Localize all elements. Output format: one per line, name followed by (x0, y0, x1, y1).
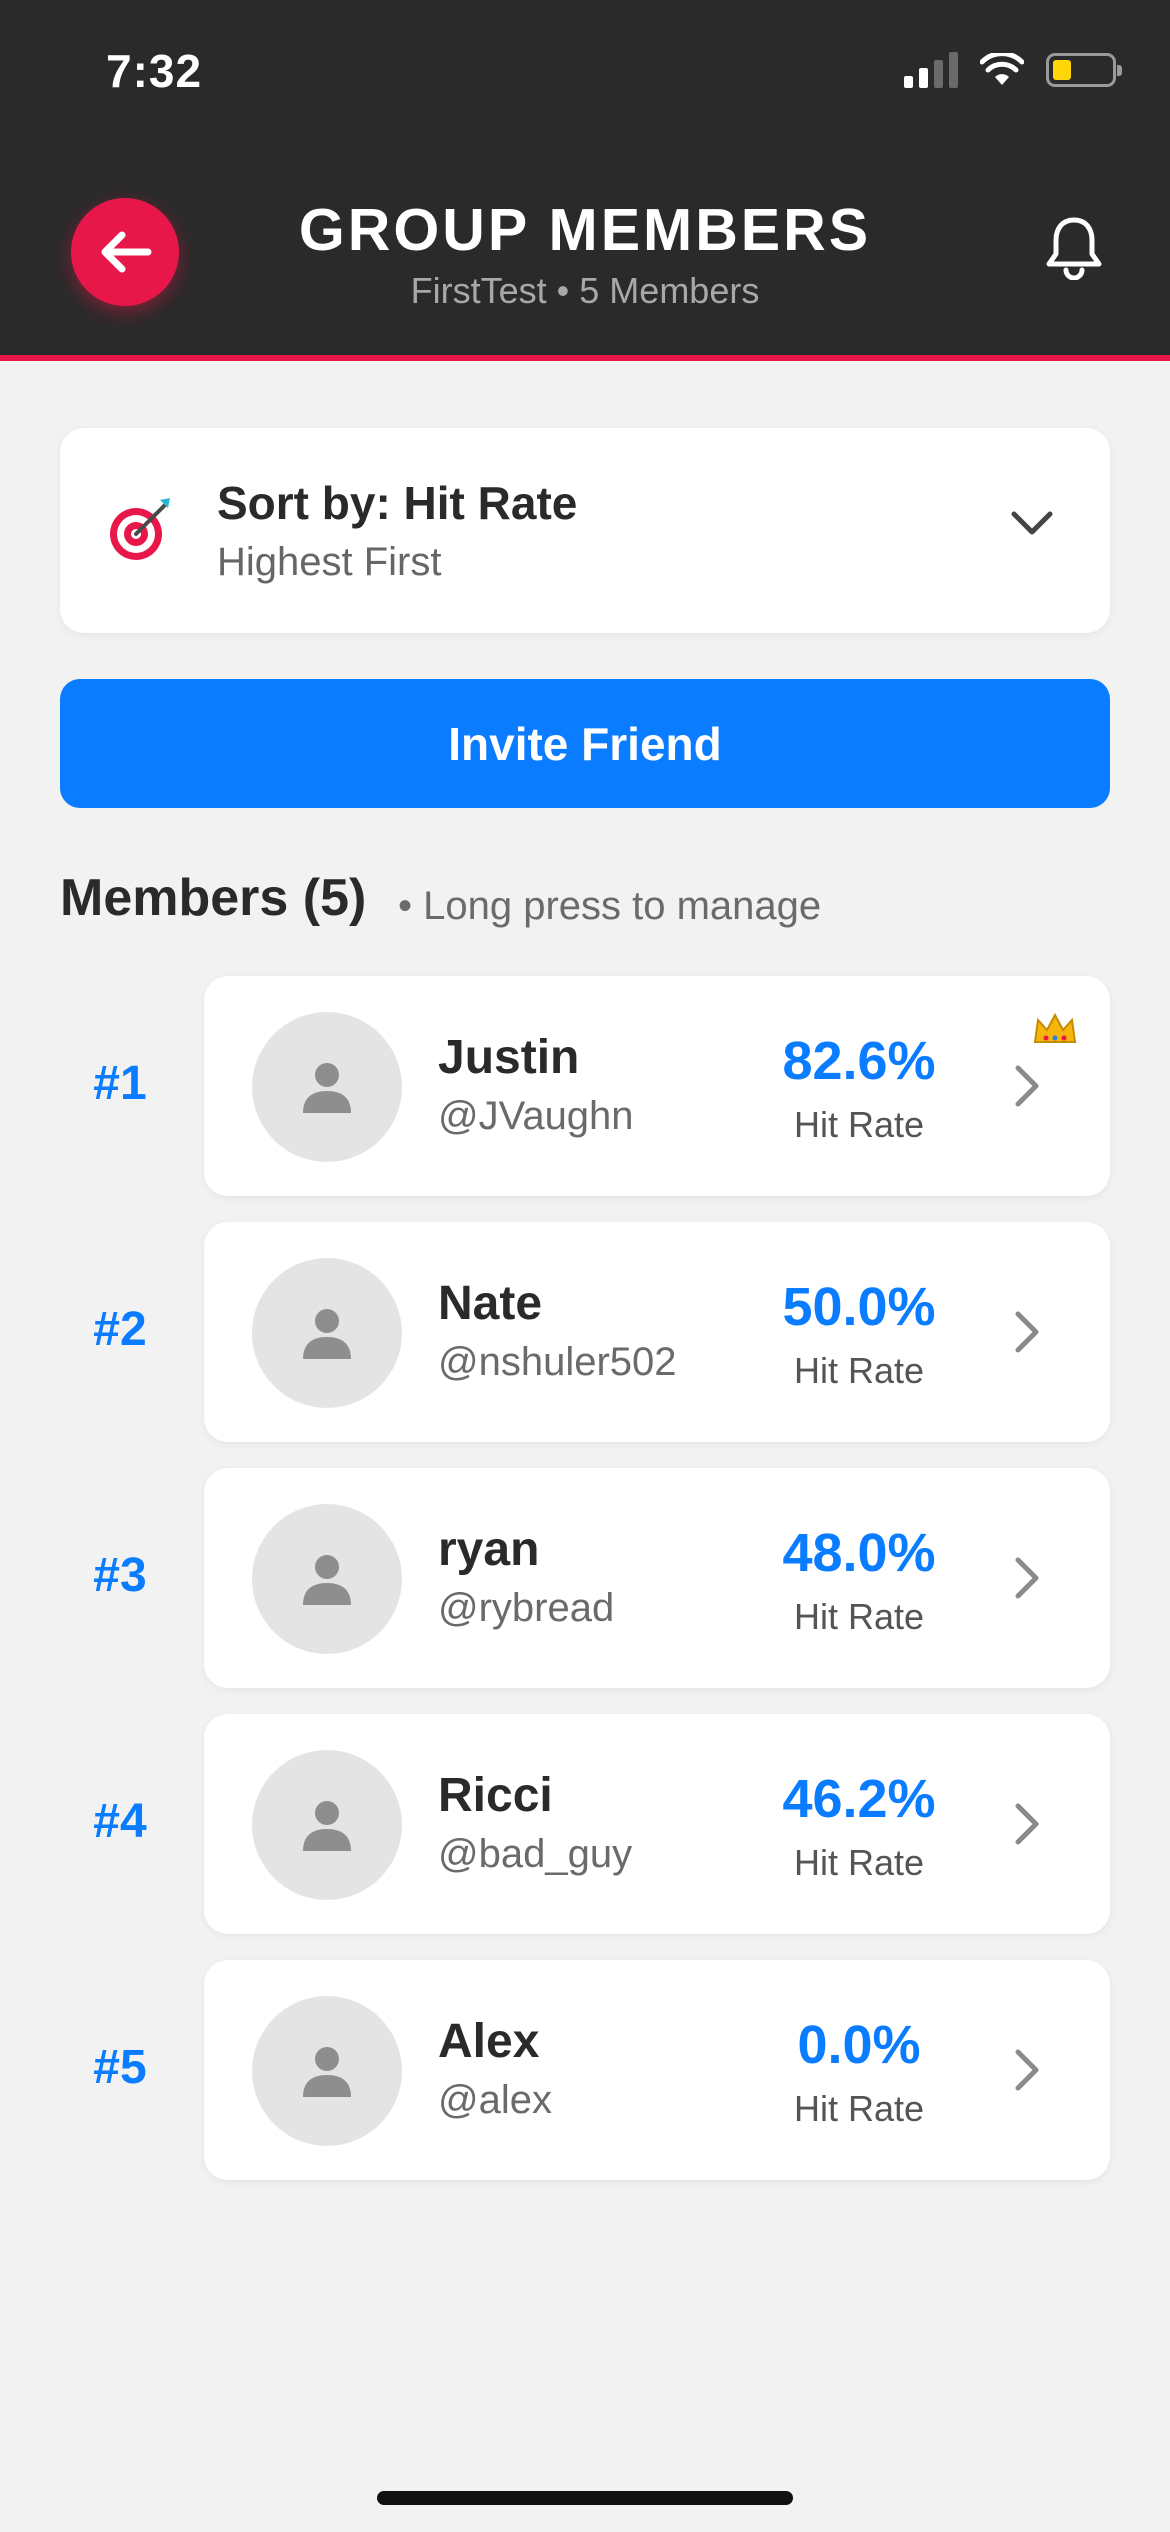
person-icon (303, 2047, 351, 2097)
notifications-button[interactable] (1044, 214, 1104, 285)
subtitle-separator: • (556, 270, 570, 311)
member-card[interactable]: Justin @JVaughn 82.6% Hit Rate (204, 976, 1110, 1196)
status-icons (904, 52, 1122, 88)
page-title: GROUP MEMBERS (298, 197, 872, 263)
member-card[interactable]: ryan @rybread 48.0% Hit Rate (204, 1468, 1110, 1688)
battery-icon (1046, 53, 1122, 87)
group-name: FirstTest (410, 270, 547, 311)
chevron-right-icon (1012, 1308, 1042, 1361)
member-card[interactable]: Nate @nshuler502 50.0% Hit Rate (204, 1222, 1110, 1442)
person-icon (303, 1309, 351, 1359)
home-indicator[interactable] (377, 2491, 793, 2505)
avatar (252, 1996, 402, 2146)
hit-rate-label: Hit Rate (793, 1596, 925, 1637)
bell-icon (1046, 217, 1102, 281)
person-icon (303, 1063, 351, 1113)
member-handle: @alex (438, 2078, 552, 2122)
header-bar: 7:32 GROUP MEMBERS FirstTest • 5 Members (0, 0, 1170, 361)
avatar (252, 1750, 402, 1900)
hit-rate-label: Hit Rate (793, 1842, 925, 1883)
cellular-signal-icon (904, 52, 958, 88)
avatar (252, 1258, 402, 1408)
chevron-right-icon (1012, 1062, 1042, 1115)
avatar (252, 1504, 402, 1654)
chevron-right-icon (1012, 2046, 1042, 2099)
avatar (252, 1012, 402, 1162)
sort-dropdown[interactable]: Sort by: Hit Rate Highest First (60, 428, 1110, 633)
status-time: 7:32 (106, 45, 203, 97)
member-rank: #3 (93, 1549, 147, 1602)
person-icon (303, 1801, 351, 1851)
chevron-down-icon (1010, 510, 1054, 543)
target-dart-icon (106, 494, 176, 569)
member-card[interactable]: Ricci @bad_guy 46.2% Hit Rate (204, 1714, 1110, 1934)
members-hint: • Long press to manage (398, 884, 822, 928)
member-hit-rate: 82.6% (782, 1031, 936, 1091)
sort-label: Sort by: Hit Rate (217, 477, 578, 529)
member-handle: @JVaughn (438, 1094, 634, 1138)
chevron-right-icon (1012, 1554, 1042, 1607)
person-icon (303, 1555, 351, 1605)
member-hit-rate: 50.0% (782, 1277, 936, 1337)
member-rank: #4 (93, 1795, 147, 1848)
group-subtitle: FirstTest • 5 Members (0, 270, 1170, 312)
hit-rate-label: Hit Rate (793, 1104, 925, 1145)
member-count: 5 Members (579, 270, 760, 311)
member-card[interactable]: Alex @alex 0.0% Hit Rate (204, 1960, 1110, 2180)
member-hit-rate: 48.0% (782, 1523, 936, 1583)
wifi-icon (980, 53, 1024, 85)
sort-order: Highest First (217, 540, 442, 584)
members-heading: Members (5) (60, 869, 367, 927)
member-handle: @bad_guy (438, 1832, 633, 1876)
member-handle: @rybread (438, 1586, 615, 1630)
hit-rate-label: Hit Rate (793, 1350, 925, 1391)
member-name: ryan (438, 1523, 540, 1576)
invite-friend-button[interactable]: Invite Friend (60, 679, 1110, 808)
member-name: Ricci (438, 1769, 553, 1822)
hit-rate-label: Hit Rate (793, 2088, 925, 2129)
member-name: Alex (438, 2015, 540, 2068)
crown-icon (1032, 1012, 1078, 1054)
member-name: Nate (438, 1277, 543, 1330)
member-handle: @nshuler502 (438, 1340, 677, 1384)
member-hit-rate: 46.2% (782, 1769, 936, 1829)
member-rank: #2 (93, 1303, 147, 1356)
chevron-right-icon (1012, 1800, 1042, 1853)
member-rank: #1 (93, 1057, 147, 1110)
member-hit-rate: 0.0% (797, 2015, 921, 2075)
member-rank: #5 (93, 2041, 147, 2094)
member-name: Justin (438, 1031, 580, 1084)
